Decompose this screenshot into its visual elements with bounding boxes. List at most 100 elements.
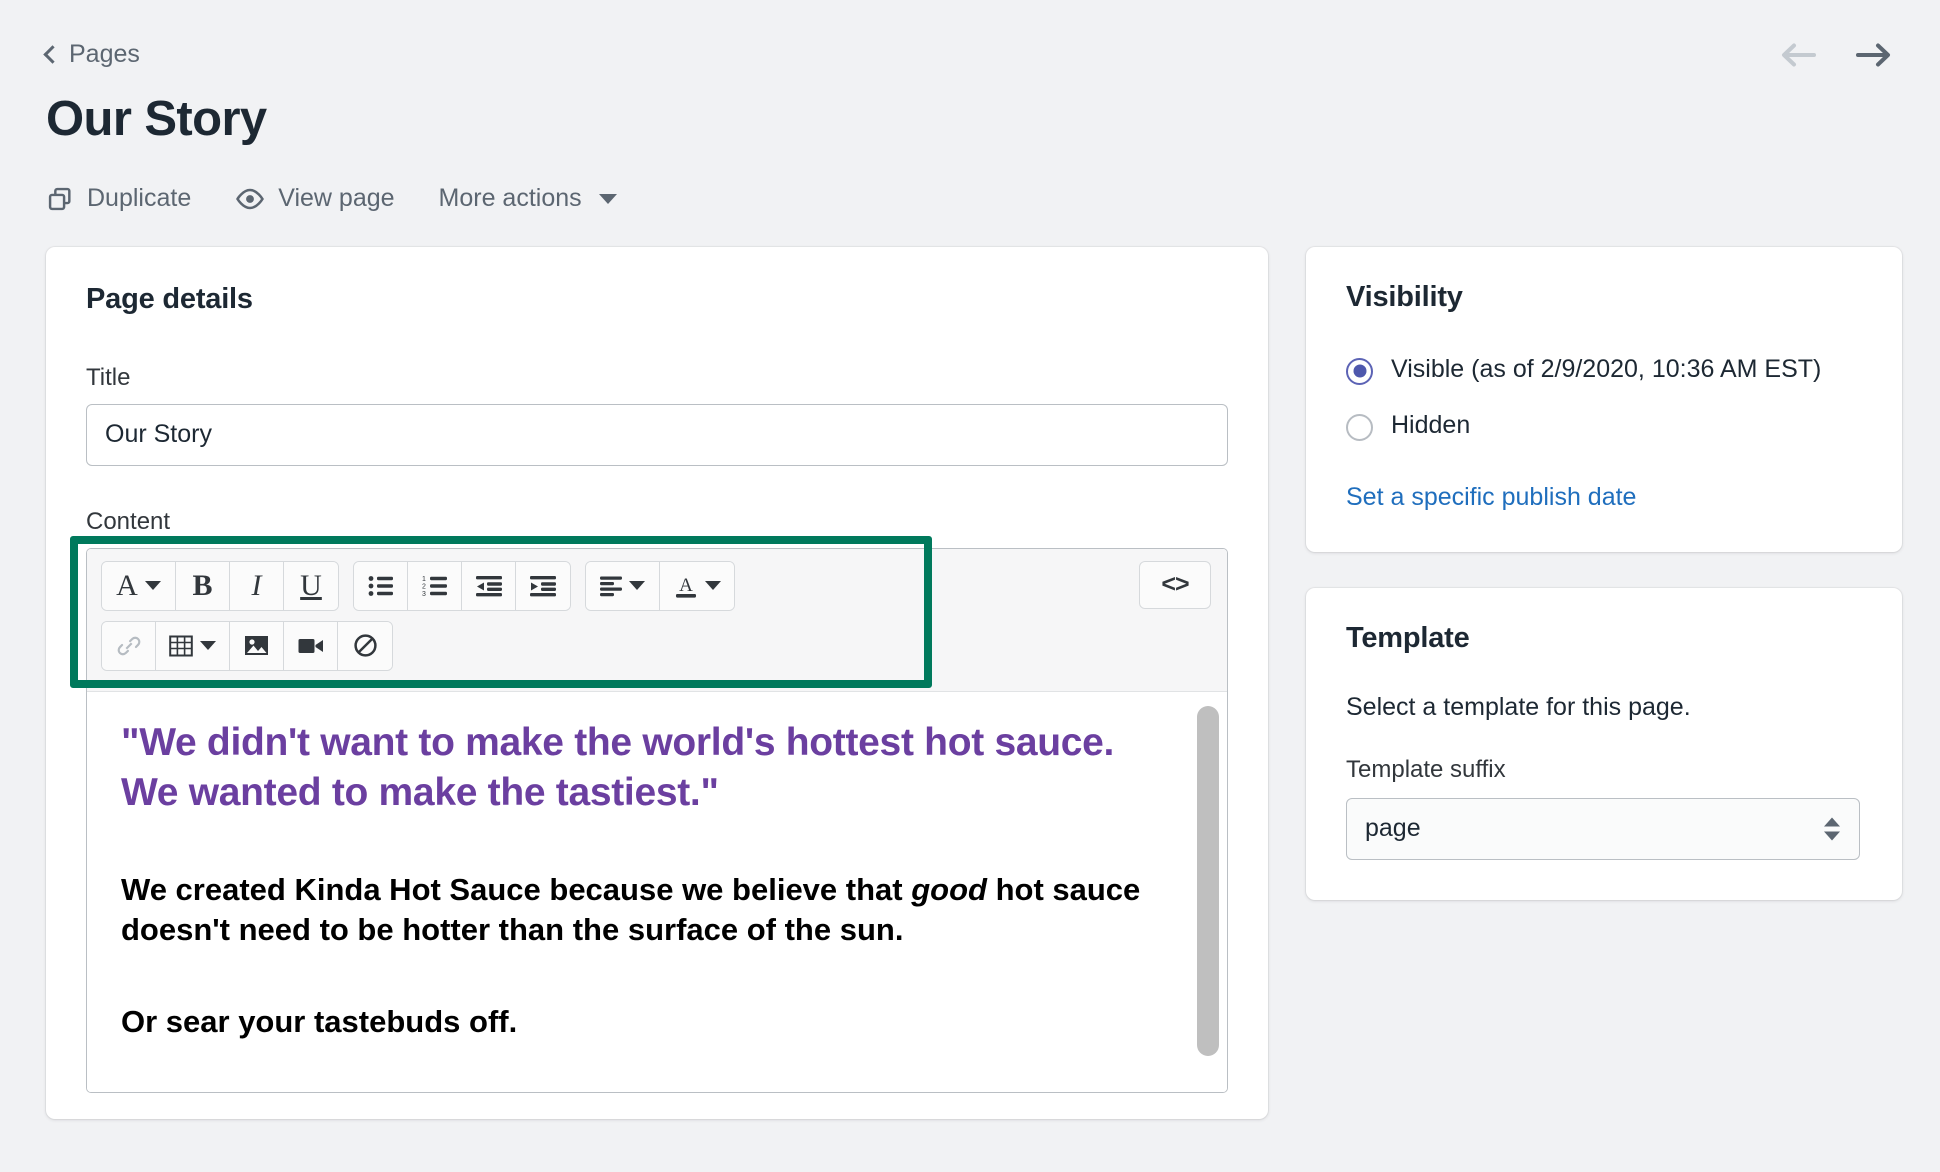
chevron-down-icon [145, 581, 161, 590]
italic-icon: I [252, 569, 262, 603]
previous-page-button[interactable] [1778, 40, 1818, 75]
align-color-group: A [585, 561, 735, 611]
set-publish-date-link[interactable]: Set a specific publish date [1346, 483, 1636, 512]
visibility-radio-group: Visible (as of 2/9/2020, 10:36 AM EST) H… [1346, 352, 1862, 443]
chevron-down-icon [599, 194, 617, 204]
radio-hidden-label: Hidden [1391, 408, 1470, 443]
page-details-card: Page details Title Our Story Content [46, 247, 1268, 1119]
no-formatting-icon [353, 633, 378, 658]
table-icon [169, 634, 193, 658]
template-heading: Template [1346, 622, 1862, 655]
duplicate-icon [46, 185, 74, 213]
content-label: Content [86, 508, 1228, 536]
page-actions: Duplicate View page More actions [46, 181, 1894, 217]
editor-heading-text: "We didn't want to make the world's hott… [121, 718, 1161, 818]
font-style-dropdown[interactable]: A [102, 562, 176, 610]
chevron-down-icon [705, 581, 721, 590]
template-suffix-label: Template suffix [1346, 756, 1862, 784]
editor-content-area[interactable]: "We didn't want to make the world's hott… [87, 692, 1227, 1092]
page-details-heading: Page details [86, 283, 1228, 316]
video-icon [298, 636, 324, 656]
editor-paragraph-1: We created Kinda Hot Sauce because we be… [121, 870, 1181, 950]
editor-scrollbar-thumb[interactable] [1197, 706, 1219, 1056]
title-field-group: Title Our Story [86, 364, 1228, 466]
radio-visible-label: Visible (as of 2/9/2020, 10:36 AM EST) [1391, 352, 1821, 387]
insert-link-button[interactable] [102, 622, 156, 670]
chevron-down-icon [629, 581, 645, 590]
svg-text:1: 1 [422, 576, 426, 583]
italic-button[interactable]: I [230, 562, 284, 610]
title-input[interactable]: Our Story [86, 404, 1228, 466]
more-actions-label: More actions [439, 186, 582, 211]
insert-video-button[interactable] [284, 622, 338, 670]
radio-hidden-indicator[interactable] [1346, 414, 1373, 441]
main-column: Page details Title Our Story Content [46, 247, 1268, 1119]
numbered-list-icon: 1 2 3 [422, 575, 448, 597]
editor-paragraph-2: Or sear your tastebuds off. [121, 1002, 1181, 1042]
content-field-group: Content A [86, 508, 1228, 1093]
page-title: Our Story [46, 93, 1894, 147]
duplicate-button[interactable]: Duplicate [46, 181, 191, 217]
template-card: Template Select a template for this page… [1306, 588, 1902, 900]
indent-icon [530, 575, 556, 597]
next-page-button[interactable] [1854, 40, 1894, 75]
rich-text-editor: A B I [86, 548, 1228, 1093]
font-a-icon: A [116, 569, 138, 603]
text-color-icon: A [674, 573, 698, 599]
svg-text:3: 3 [422, 591, 426, 597]
paragraph-1-emphasis: good [911, 872, 987, 907]
template-suffix-select-wrap: page [1346, 798, 1860, 860]
text-format-group: A B I [101, 561, 339, 611]
pagination-controls [1778, 40, 1894, 75]
underline-button[interactable]: U [284, 562, 338, 610]
svg-text:2: 2 [422, 583, 426, 590]
page-header: Pages Our Story Duplicate [0, 0, 1940, 217]
underline-icon: U [300, 569, 322, 603]
show-html-button[interactable]: <> [1139, 561, 1211, 609]
breadcrumb-pages[interactable]: Pages [46, 42, 140, 67]
clear-formatting-button[interactable] [338, 622, 392, 670]
template-description: Select a template for this page. [1346, 693, 1862, 722]
align-left-icon [600, 575, 622, 597]
visibility-card: Visibility Visible (as of 2/9/2020, 10:3… [1306, 247, 1902, 552]
link-icon [116, 633, 142, 659]
content-area: Page details Title Our Story Content [0, 247, 1940, 1119]
chevron-down-icon [200, 641, 216, 650]
radio-option-hidden[interactable]: Hidden [1346, 408, 1862, 443]
toolbar-row-1: A B I [101, 561, 1213, 611]
code-brackets-icon: <> [1161, 570, 1188, 599]
list-indent-group: 1 2 3 [353, 561, 571, 611]
template-suffix-group: Template suffix page [1346, 756, 1862, 860]
duplicate-label: Duplicate [87, 186, 191, 211]
image-icon [244, 634, 269, 657]
breadcrumb-label: Pages [69, 42, 140, 67]
svg-text:A: A [679, 575, 693, 596]
code-view-holder: <> [1139, 561, 1211, 609]
title-label: Title [86, 364, 1228, 392]
bulleted-list-button[interactable] [354, 562, 408, 610]
visibility-heading: Visibility [1346, 281, 1862, 314]
page-root: Pages Our Story Duplicate [0, 0, 1940, 1172]
sidebar-column: Visibility Visible (as of 2/9/2020, 10:3… [1306, 247, 1902, 936]
text-color-dropdown[interactable]: A [660, 562, 734, 610]
view-page-button[interactable]: View page [235, 182, 394, 216]
paragraph-1-pre: We created Kinda Hot Sauce because we be… [121, 872, 911, 907]
align-dropdown[interactable] [586, 562, 660, 610]
numbered-list-button[interactable]: 1 2 3 [408, 562, 462, 610]
template-suffix-select[interactable]: page [1346, 798, 1860, 860]
radio-visible-indicator[interactable] [1346, 358, 1373, 385]
indent-button[interactable] [516, 562, 570, 610]
insert-table-dropdown[interactable] [156, 622, 230, 670]
select-stepper-icon [1824, 817, 1840, 840]
outdent-button[interactable] [462, 562, 516, 610]
editor-toolbar: A B I [87, 549, 1227, 692]
bulleted-list-icon [368, 575, 394, 597]
radio-option-visible[interactable]: Visible (as of 2/9/2020, 10:36 AM EST) [1346, 352, 1862, 387]
bold-button[interactable]: B [176, 562, 230, 610]
editor-frame: A B I [86, 548, 1228, 1093]
insert-image-button[interactable] [230, 622, 284, 670]
more-actions-button[interactable]: More actions [439, 182, 617, 215]
toolbar-row-2 [101, 621, 1213, 671]
view-page-label: View page [278, 186, 394, 211]
chevron-left-icon [43, 45, 61, 63]
